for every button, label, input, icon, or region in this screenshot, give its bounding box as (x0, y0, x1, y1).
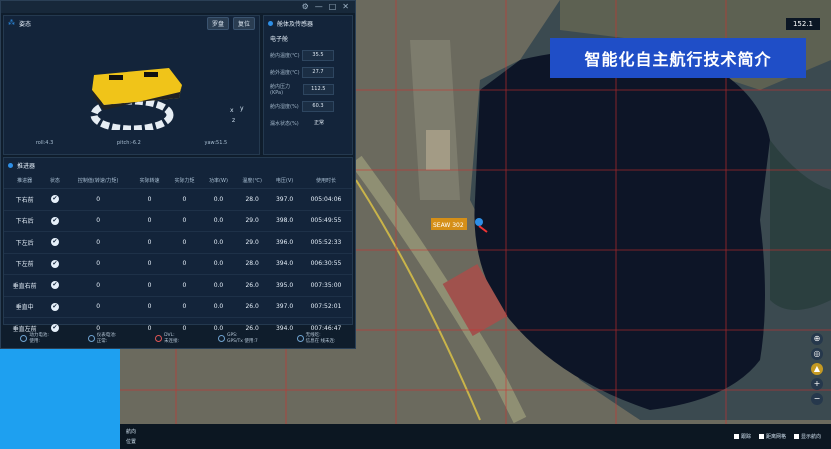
axis-y: y (240, 105, 244, 112)
reset-button[interactable]: 复位 (232, 16, 255, 30)
sensor-row: 舱内温度(℃) 35.5 (264, 47, 352, 64)
status-ok-icon: ✔ (50, 302, 59, 311)
target-icon[interactable]: ◎ (811, 348, 823, 360)
dvl-icon (155, 334, 163, 342)
legend-grid[interactable]: 距离网格 (758, 433, 786, 440)
scale-badge: 152.1 (786, 18, 820, 30)
locate-icon[interactable]: ⊕ (811, 333, 823, 345)
vessel-label: SEAW 302 (433, 222, 464, 229)
yaw-readout: yaw:51.5 (204, 140, 228, 146)
compass-button[interactable]: 罗盘 (206, 16, 229, 30)
bottom-status-bar: 航向 位置 跟踪 距离网格 显示航向 (120, 424, 831, 449)
sensors-dot-icon (268, 20, 273, 26)
window-titlebar: ⚙ — □ ✕ (1, 1, 355, 13)
control-window: ⚙ — □ ✕ ⁂ 姿态 罗盘 复位 x y z roll:4.3 pitch:… (0, 0, 356, 349)
settings-icon[interactable]: ⚙ (302, 1, 309, 13)
status-ok-icon: ✔ (50, 238, 59, 247)
status-dvl[interactable]: DVL: 未连接: (155, 333, 179, 344)
map-toolbar: ⊕ ◎ ▲ + − (811, 333, 825, 405)
vehicle-3d-model: x y z (90, 68, 244, 133)
sensors-section: 电子舱 (270, 36, 289, 43)
sensors-title: 舱体及传感器 (277, 20, 314, 28)
sensor-row: 舱外温度(℃) 27.7 (264, 64, 352, 81)
sensors-panel: 舱体及传感器 电子舱 舱内温度(℃) 35.5 舱外温度(℃) 27.7 舱内压力(… (263, 15, 353, 155)
table-row: 下左后 ✔ 0 0 0 0.0 29.0 396.0 005:52:33 (4, 231, 352, 253)
table-row: 垂直右前 ✔ 0 0 0 0.0 26.0 395.0 007:35:00 (4, 274, 352, 296)
maximize-button[interactable]: □ (329, 1, 337, 13)
vessel-position-icon[interactable] (475, 218, 483, 226)
status-ok-icon: ✔ (50, 281, 59, 290)
status-comm[interactable]: 无线吃: 信息在 线未连: (296, 332, 336, 344)
attitude-icon: ⁂ (8, 19, 15, 27)
gps-icon (217, 334, 225, 342)
warning-icon[interactable]: ▲ (811, 363, 823, 375)
legend-track[interactable]: 跟踪 (733, 433, 751, 440)
thrusters-table: 推进器 状态 控制值(转速/力矩) 实际转速 实际力矩 功率(W) 温度(℃) 电压(V)… (4, 172, 352, 339)
heading-label: 航向 (126, 429, 137, 435)
status-power-battery[interactable]: 动力电池: 使用: (20, 332, 49, 344)
map-legend: 跟踪 距离网格 显示航向 (733, 433, 821, 440)
zoom-out-button[interactable]: − (811, 393, 823, 405)
comm-icon (296, 334, 304, 342)
status-gps[interactable]: GPS: GPS/Tx 使用:7 (217, 333, 258, 344)
table-row: 下右后 ✔ 0 0 0 0.0 29.0 398.0 005:49:55 (4, 209, 352, 232)
status-instrument-battery[interactable]: 仪表电池: 正常: (87, 332, 116, 344)
table-row: 下左前 ✔ 0 0 0 0.0 28.0 394.0 006:30:55 (4, 252, 352, 275)
sensor-row: 漏水状态(%) 正常 (270, 120, 324, 127)
zoom-in-button[interactable]: + (811, 378, 823, 390)
status-ok-icon: ✔ (50, 259, 59, 268)
axis-x: x (230, 107, 234, 114)
side-block (0, 349, 120, 449)
position-label: 位置 (126, 439, 137, 445)
thrusters-panel: 推进器 推进器 状态 控制值(转速/力矩) 实际转速 实际力矩 功率(W) 温度(℃) 电… (3, 157, 353, 339)
attitude-panel: ⁂ 姿态 罗盘 复位 x y z roll:4.3 pitch:-6.2 yaw… (3, 15, 260, 155)
roll-readout: roll:4.3 (35, 140, 54, 146)
battery-icon (87, 334, 95, 342)
table-row: 下右前 ✔ 0 0 0 0.0 28.0 397.0 005:04:06 (4, 188, 352, 210)
status-ok-icon: ✔ (50, 216, 59, 225)
device-status-bar: 动力电池: 使用: 仪表电池: 正常: DVL: 未连接: GPS: GPS/Tx 使用… (1, 327, 355, 349)
thrusters-dot-icon (8, 162, 13, 168)
axis-z: z (232, 117, 235, 124)
thrusters-title: 推进器 (17, 162, 36, 170)
minimize-button[interactable]: — (315, 1, 323, 13)
status-ok-icon: ✔ (50, 195, 59, 204)
battery-icon (20, 334, 28, 342)
sensor-row: 舱内湿度(%) 60.3 (264, 98, 352, 115)
pitch-readout: pitch:-6.2 (116, 140, 141, 146)
table-row: 垂直中 ✔ 0 0 0 0.0 26.0 397.0 007:52:01 (4, 295, 352, 318)
attitude-title: 姿态 (19, 20, 32, 28)
title-banner: 智能化自主航行技术简介 (550, 38, 806, 78)
close-button[interactable]: ✕ (342, 1, 349, 13)
sensor-row: 舱内压力(KPa) 112.5 (264, 81, 352, 98)
legend-heading[interactable]: 显示航向 (793, 433, 821, 440)
